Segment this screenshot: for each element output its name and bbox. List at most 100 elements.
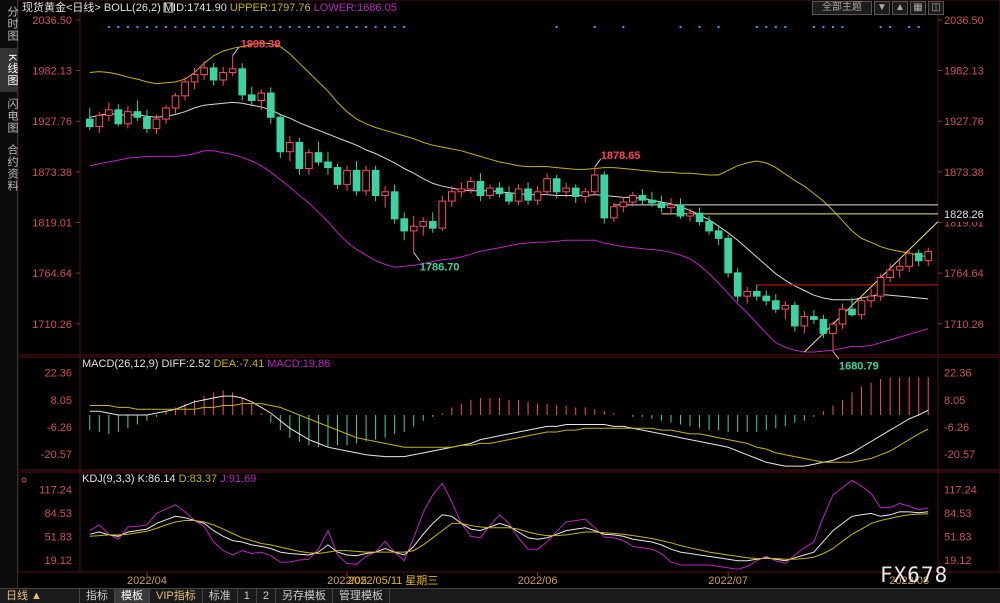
candle-body (733, 272, 742, 297)
sidebar-tab-0[interactable]: 分时图 (0, 2, 18, 46)
candle-body (771, 300, 780, 310)
event-marker-dot (212, 26, 215, 28)
candle-body (305, 152, 313, 169)
sidebar: 分时图 K线图闪电图合约资料 (0, 0, 18, 588)
macd-y-label-left: 22.36 (44, 368, 72, 380)
period-selector[interactable]: 日线 ▲ (0, 588, 80, 603)
candle-body (162, 107, 170, 120)
event-marker-dot (326, 26, 329, 28)
candle-body (238, 68, 247, 96)
candle-body (829, 323, 837, 334)
candle-body (781, 304, 790, 310)
y-tick-label-left: 1873.38 (32, 167, 72, 179)
candle-body (352, 169, 361, 192)
y-tick-label-right: 1982.13 (944, 66, 984, 78)
candle-body (200, 67, 208, 75)
scroll-down-button[interactable]: ▼ (874, 1, 890, 15)
macd-y-label-left: 8.05 (51, 395, 72, 407)
event-marker-dot (812, 26, 815, 28)
candle-body (752, 290, 761, 297)
candle-body (133, 111, 142, 118)
panel-border-0 (18, 0, 1000, 356)
bottom-tab-4[interactable]: 1 (238, 588, 257, 603)
candle-body (257, 92, 266, 101)
event-marker-dot (555, 26, 558, 28)
candle-body (190, 73, 199, 83)
candle-body (895, 265, 904, 271)
candle-body (447, 191, 456, 202)
candle-body (457, 188, 466, 193)
event-marker-dot (374, 26, 377, 28)
kdj-y-label-right: 84.53 (944, 508, 972, 520)
sidebar-tab-2[interactable]: 闪电图 (0, 94, 18, 138)
candle-body (266, 92, 275, 118)
chart-header: 现货黄金<日线> BOLL(26,2) MID:1741.90 UPPER:17… (22, 0, 397, 14)
candle-body (905, 252, 914, 267)
settings-icon[interactable]: ◫ (928, 1, 944, 15)
grid-icon[interactable]: ▦ (910, 1, 926, 15)
candle-body (419, 221, 428, 227)
bottom-tab-7[interactable]: 管理模板 (333, 588, 390, 603)
candle-body (686, 212, 694, 217)
event-marker-dot (365, 26, 368, 28)
y-tick-label-left: 1764.64 (32, 268, 72, 280)
event-marker-dot (231, 26, 234, 28)
panel-border-2 (18, 471, 1000, 573)
bottom-tab-1[interactable]: 模板 (115, 588, 150, 603)
candle-body (571, 187, 580, 197)
kdj-k-line (89, 511, 929, 562)
event-marker-dot (145, 26, 148, 28)
candle-body (524, 188, 532, 201)
annotation-high1: 1998.39 (241, 38, 281, 50)
candle-body (467, 181, 475, 190)
candle-body (247, 94, 256, 101)
candle-body (876, 276, 885, 297)
candle-body (810, 316, 818, 320)
bottom-tab-5[interactable]: 2 (257, 588, 276, 603)
candle-body (381, 191, 389, 197)
chart-canvas[interactable]: 2036.50 2036.50 1982.13 1982.13 1927.76 1927.… (18, 0, 1000, 588)
event-marker-dot (765, 26, 768, 28)
bottom-tab-6[interactable]: 另存模板 (276, 588, 333, 603)
event-marker-dot (184, 26, 187, 28)
candle-body (495, 187, 504, 195)
candle-body (114, 109, 123, 125)
candle-body (867, 295, 875, 302)
candle-body (171, 95, 180, 109)
sidebar-tab-3[interactable]: 合约资料 (0, 140, 18, 196)
candle-body (609, 206, 618, 219)
candle-body (85, 118, 94, 128)
event-marker-dot (841, 26, 844, 28)
candle-body (314, 152, 323, 163)
y-tick-label-left: 2036.50 (32, 15, 72, 27)
kdj-d-line (89, 513, 929, 560)
candle-body (667, 204, 675, 209)
candle-body (333, 167, 342, 185)
candle-body (295, 141, 304, 169)
event-marker-dot (355, 26, 358, 28)
candle-body (152, 118, 161, 129)
event-marker-dot (384, 26, 387, 28)
scroll-up-button[interactable]: ▲ (892, 1, 908, 15)
event-marker-dot (107, 26, 110, 28)
bottom-tab-3[interactable]: 标准 (203, 588, 238, 603)
candle-body (552, 178, 561, 193)
theme-select[interactable]: 全部主题 (812, 1, 872, 15)
bottom-tab-2[interactable]: VIP指标 (150, 588, 203, 603)
event-marker-dot (117, 26, 120, 28)
event-marker-dot (260, 26, 263, 28)
candle-body (486, 187, 494, 197)
event-marker-dot (755, 26, 758, 28)
kdj-y-label-left: 19.12 (44, 555, 72, 567)
macd-header-part-2: DEA:-7.41 (210, 358, 264, 370)
sidebar-tab-1[interactable]: K线图 (0, 48, 18, 92)
candle-body (619, 201, 628, 208)
candle-body (638, 195, 647, 201)
candle-body (428, 221, 437, 229)
candle-body (228, 68, 237, 74)
event-marker-dot (698, 26, 701, 28)
candle-body (914, 252, 923, 262)
bottom-tab-0[interactable]: 指标 (80, 588, 115, 603)
header-part-5: LOWER:1686.05 (311, 2, 397, 14)
kdj-header-part-3: J:91.69 (217, 473, 256, 485)
